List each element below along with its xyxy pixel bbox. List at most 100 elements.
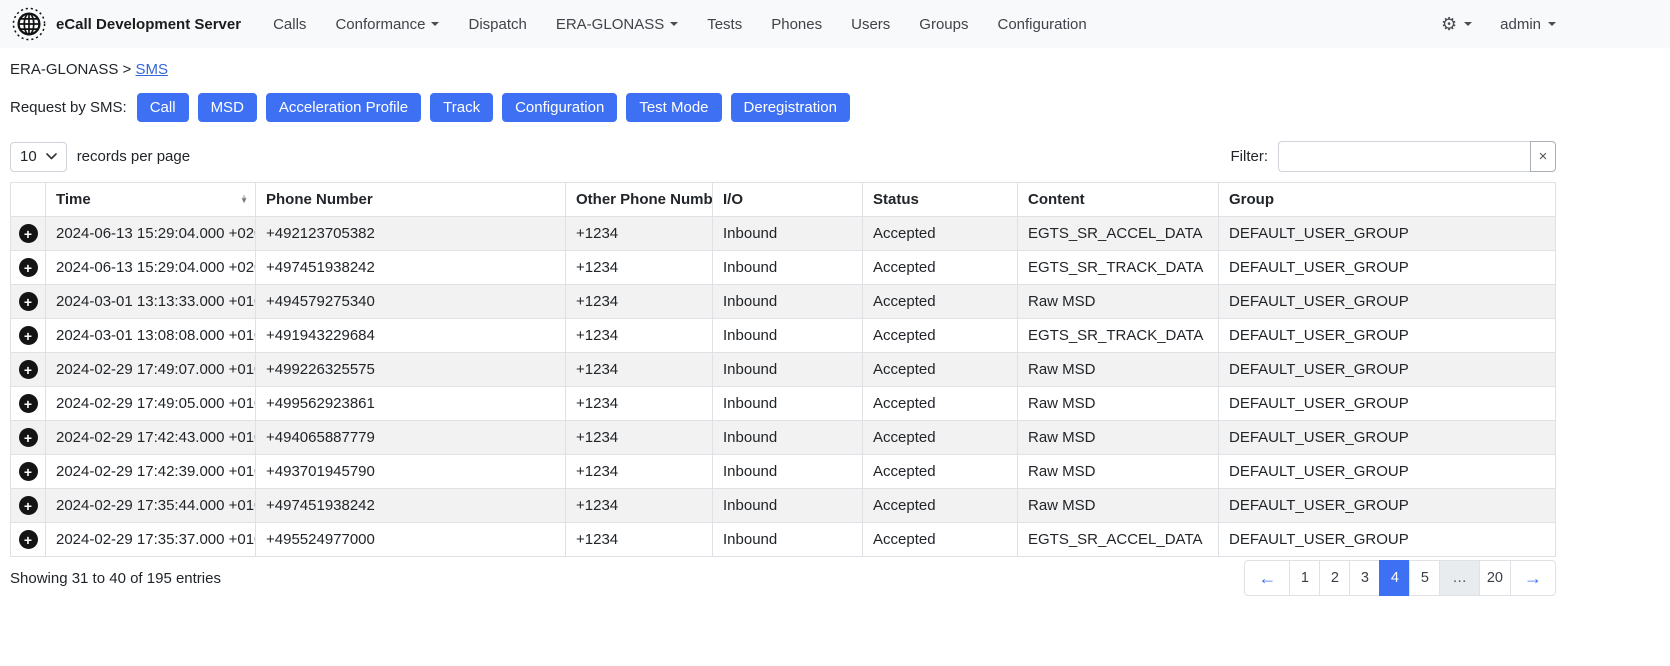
request-configuration-button[interactable]: Configuration — [502, 93, 617, 122]
cell-group: DEFAULT_USER_GROUP — [1219, 489, 1556, 523]
column-header-time[interactable]: Time▲▼ — [46, 183, 256, 217]
page-size-select[interactable]: 10 — [10, 142, 67, 172]
expand-row-button[interactable]: + — [19, 530, 38, 549]
column-header-label: Status — [873, 191, 919, 208]
column-header-i-o[interactable]: I/O — [713, 183, 863, 217]
nav-item-groups[interactable]: Groups — [919, 16, 968, 33]
table-controls: 10 records per page Filter: × — [10, 141, 1556, 172]
column-header-group[interactable]: Group — [1219, 183, 1556, 217]
expand-row-button[interactable]: + — [19, 360, 38, 379]
cell-content: Raw MSD — [1018, 455, 1219, 489]
cell-time: 2024-02-29 17:49:07.000 +0100 — [46, 353, 256, 387]
table-header-row: Time▲▼ Phone Number Other Phone NumberI/O S… — [11, 183, 1556, 217]
nav-item-label: Dispatch — [468, 16, 526, 33]
cell-status: Accepted — [863, 421, 1018, 455]
nav-item-era-glonass[interactable]: ERA-GLONASS — [556, 16, 678, 33]
chevron-down-icon — [431, 22, 439, 26]
pagination-prev-button[interactable]: ← — [1244, 560, 1290, 596]
request-msd-button[interactable]: MSD — [198, 93, 257, 122]
pagination-page-20[interactable]: 20 — [1479, 560, 1511, 596]
nav-item-dispatch[interactable]: Dispatch — [468, 16, 526, 33]
column-header-status[interactable]: Status — [863, 183, 1018, 217]
expand-row-button[interactable]: + — [19, 496, 38, 515]
pagination-page-3[interactable]: 3 — [1349, 560, 1380, 596]
filter-clear-button[interactable]: × — [1530, 141, 1556, 172]
nav-item-configuration[interactable]: Configuration — [997, 16, 1086, 33]
request-acceleration-profile-button[interactable]: Acceleration Profile — [266, 93, 421, 122]
expand-cell: + — [11, 217, 46, 251]
nav-item-tests[interactable]: Tests — [707, 16, 742, 33]
column-header-label: Phone Number — [266, 191, 373, 208]
cell-other-phone-number: +1234 — [566, 523, 713, 557]
request-bar: Request by SMS: CallMSDAcceleration Prof… — [10, 93, 1556, 122]
nav-item-calls[interactable]: Calls — [273, 16, 306, 33]
table-row: +2024-02-29 17:35:37.000 +0100+495524977… — [11, 523, 1556, 557]
app-brand: eCall Development Server — [12, 7, 241, 41]
sort-icon: ▲▼ — [240, 195, 248, 205]
cell-other-phone-number: +1234 — [566, 489, 713, 523]
column-header-phone-number[interactable]: Phone Number — [256, 183, 566, 217]
breadcrumb-link-sms[interactable]: SMS — [135, 61, 168, 78]
table-row: +2024-02-29 17:49:05.000 +0100+499562923… — [11, 387, 1556, 421]
column-header-content[interactable]: Content — [1018, 183, 1219, 217]
cell-time: 2024-03-01 13:08:08.000 +0100 — [46, 319, 256, 353]
pagination-page-4-active[interactable]: 4 — [1379, 560, 1410, 596]
cell-content: EGTS_SR_ACCEL_DATA — [1018, 217, 1219, 251]
pagination-page-1[interactable]: 1 — [1289, 560, 1320, 596]
expand-row-button[interactable]: + — [19, 462, 38, 481]
expand-row-button[interactable]: + — [19, 258, 38, 277]
cell-phone-number: +493701945790 — [256, 455, 566, 489]
expand-row-button[interactable]: + — [19, 394, 38, 413]
cell-content: Raw MSD — [1018, 421, 1219, 455]
cell-status: Accepted — [863, 251, 1018, 285]
nav-item-users[interactable]: Users — [851, 16, 890, 33]
cell-other-phone-number: +1234 — [566, 421, 713, 455]
cell-status: Accepted — [863, 387, 1018, 421]
gear-icon: ⚙ — [1441, 15, 1457, 33]
request-track-button[interactable]: Track — [430, 93, 493, 122]
cell-time: 2024-02-29 17:35:44.000 +0100 — [46, 489, 256, 523]
cell-phone-number: +492123705382 — [256, 217, 566, 251]
table-row: +2024-06-13 15:29:04.000 +0200+497451938… — [11, 251, 1556, 285]
breadcrumb-parent: ERA-GLONASS — [10, 61, 118, 78]
pagination-next-button[interactable]: → — [1510, 560, 1556, 596]
cell-io: Inbound — [713, 251, 863, 285]
top-navbar: eCall Development Server Calls Conformanc… — [0, 0, 1670, 48]
request-call-button[interactable]: Call — [137, 93, 189, 122]
sms-table: Time▲▼ Phone Number Other Phone NumberI/O S… — [10, 182, 1556, 557]
expand-row-button[interactable]: + — [19, 292, 38, 311]
cell-phone-number: +499562923861 — [256, 387, 566, 421]
expand-column-header — [11, 183, 46, 217]
filter-input[interactable] — [1278, 141, 1530, 172]
pagination-page-2[interactable]: 2 — [1319, 560, 1350, 596]
expand-row-button[interactable]: + — [19, 326, 38, 345]
nav-item-label: Tests — [707, 16, 742, 33]
cell-status: Accepted — [863, 217, 1018, 251]
cell-content: Raw MSD — [1018, 285, 1219, 319]
user-menu[interactable]: admin — [1500, 16, 1556, 33]
column-header-other-phone-number[interactable]: Other Phone Number — [566, 183, 713, 217]
expand-row-button[interactable]: + — [19, 428, 38, 447]
cell-content: Raw MSD — [1018, 387, 1219, 421]
table-row: +2024-02-29 17:35:44.000 +0100+497451938… — [11, 489, 1556, 523]
cell-content: EGTS_SR_ACCEL_DATA — [1018, 523, 1219, 557]
settings-menu[interactable]: ⚙ — [1441, 15, 1472, 33]
request-test-mode-button[interactable]: Test Mode — [626, 93, 721, 122]
pagination-page-5[interactable]: 5 — [1409, 560, 1440, 596]
cell-other-phone-number: +1234 — [566, 251, 713, 285]
nav-item-conformance[interactable]: Conformance — [335, 16, 439, 33]
cell-phone-number: +499226325575 — [256, 353, 566, 387]
cell-status: Accepted — [863, 523, 1018, 557]
nav-item-phones[interactable]: Phones — [771, 16, 822, 33]
pagination-ellipsis: … — [1439, 560, 1480, 596]
expand-row-button[interactable]: + — [19, 224, 38, 243]
entries-summary: Showing 31 to 40 of 195 entries — [10, 570, 221, 587]
nav-item-label: Users — [851, 16, 890, 33]
cell-other-phone-number: +1234 — [566, 387, 713, 421]
expand-cell: + — [11, 421, 46, 455]
cell-time: 2024-06-13 15:29:04.000 +0200 — [46, 251, 256, 285]
records-per-page-label: records per page — [77, 148, 190, 165]
table-row: +2024-03-01 13:08:08.000 +0100+491943229… — [11, 319, 1556, 353]
request-deregistration-button[interactable]: Deregistration — [731, 93, 850, 122]
cell-io: Inbound — [713, 387, 863, 421]
